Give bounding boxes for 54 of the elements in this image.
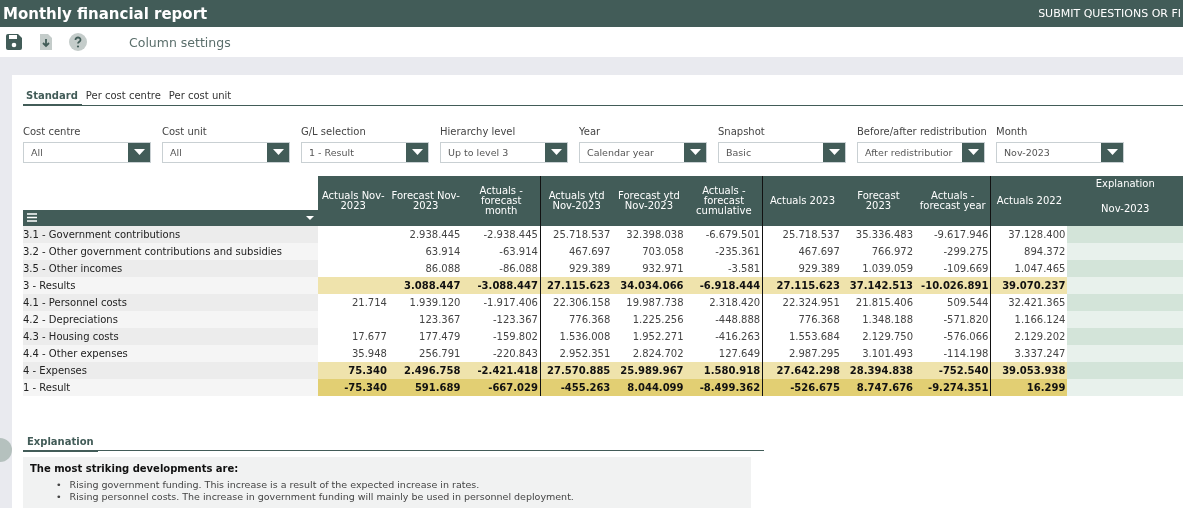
caret-icon [272, 149, 284, 155]
submit-questions-link[interactable]: SUBMIT QUESTIONS OR FI [1038, 7, 1181, 20]
window-title: Monthly financial report [3, 4, 208, 23]
column-header: Actuals 2023 [762, 175, 842, 226]
caret-icon [133, 149, 145, 155]
column-header: Actuals - forecast year [915, 175, 991, 226]
menu-icon [27, 213, 37, 222]
filter-dropdown[interactable]: Up to level 3 [440, 141, 568, 163]
column-header: Forecast 2023 [841, 175, 916, 226]
caret-icon [411, 149, 423, 155]
filter-label: Hierarchy level [440, 125, 517, 137]
explanation-column-month: Nov-2023 [1100, 202, 1151, 214]
filter-dropdown[interactable]: All [23, 141, 151, 163]
bullet-marker: • [56, 491, 62, 503]
row-header-menu-bar[interactable] [23, 209, 318, 226]
explanation-column-title: Explanation [1094, 177, 1156, 189]
bullet-marker: • [56, 479, 62, 491]
report-tab[interactable]: Standard [23, 87, 82, 106]
caret-icon [689, 149, 701, 155]
filter-label: G/L selection [301, 125, 367, 137]
filter-dropdown[interactable]: After redistributior [857, 141, 985, 163]
column-header: Actuals 2022 [990, 175, 1068, 226]
column-header: Actuals Nov-2023 [317, 175, 389, 226]
column-header: Forecast Nov-2023 [388, 175, 463, 226]
filter-label: Snapshot [718, 125, 766, 137]
column-settings-button[interactable]: Column settings [123, 33, 237, 51]
filter-dropdown[interactable]: 1 - Result [301, 141, 429, 163]
filter-dropdown[interactable]: Calendar year [579, 141, 707, 163]
help-icon[interactable] [69, 33, 87, 51]
caret-icon [305, 215, 314, 220]
caret-icon [967, 149, 979, 155]
filter-label: Before/after redistribution [857, 125, 988, 137]
column-header: Forecast ytd Nov-2023 [612, 175, 686, 226]
column-header: Actuals - forecast month [462, 175, 541, 226]
report-tab[interactable]: Per cost unit [164, 87, 236, 106]
column-header: Actuals ytd Nov-2023 [540, 175, 613, 226]
filter-label: Year [579, 125, 602, 137]
column-header: Actuals - forecast cumulative [685, 175, 763, 226]
save-icon[interactable] [5, 33, 23, 51]
explanation-bullet: Rising government funding. This increase is a result of the expected increase in rates. [69, 479, 480, 491]
download-icon[interactable] [37, 33, 55, 51]
filter-label: Cost unit [162, 125, 208, 137]
filter-dropdown[interactable]: Nov-2023 [996, 141, 1124, 163]
filter-label: Cost centre [23, 125, 82, 137]
explanation-bullet: Rising personnel costs. The increase in government funding will mainly be used in personnel deployment. [69, 491, 574, 503]
explanation-tab[interactable]: Explanation [23, 432, 98, 452]
explanation-heading: The most striking developments are: [30, 463, 240, 475]
report-tab[interactable]: Per cost centre [81, 87, 165, 106]
filter-label: Month [996, 125, 1029, 137]
caret-icon [828, 149, 840, 155]
filter-dropdown[interactable]: All [162, 141, 290, 163]
caret-icon [1106, 149, 1118, 155]
filter-dropdown[interactable]: Basic [718, 141, 846, 163]
caret-icon [550, 149, 562, 155]
